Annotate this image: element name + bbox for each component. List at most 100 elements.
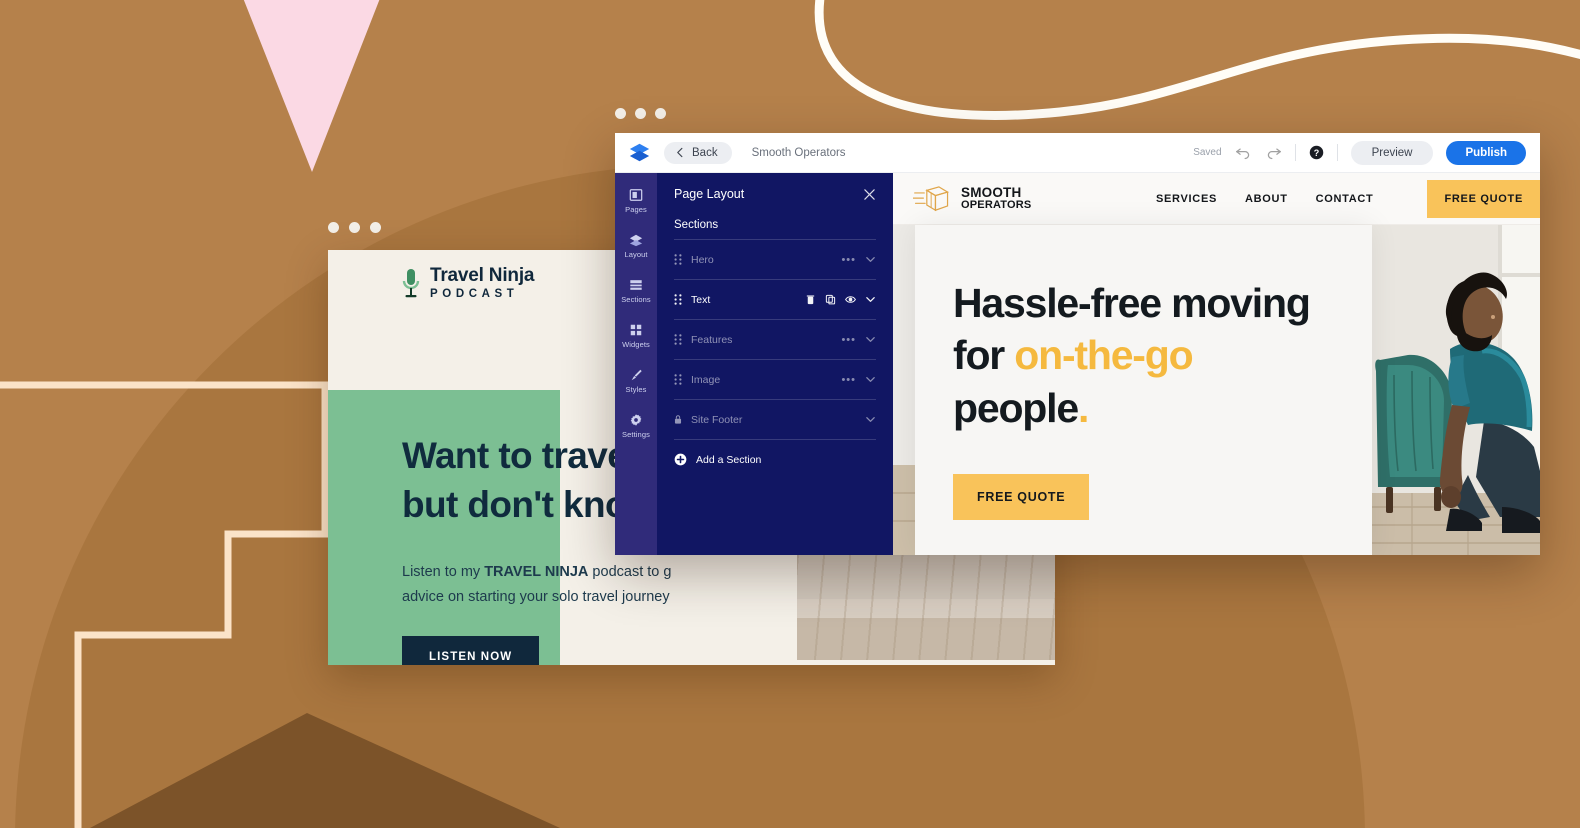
- section-row-site-footer[interactable]: Site Footer: [674, 399, 876, 439]
- window-dot[interactable]: [655, 108, 666, 119]
- travel-ninja-window-dots: [328, 222, 381, 233]
- svg-text:?: ?: [1313, 148, 1319, 158]
- drag-handle-icon[interactable]: [674, 334, 682, 345]
- drag-handle-icon[interactable]: [674, 374, 682, 385]
- preview-button[interactable]: Preview: [1350, 140, 1434, 165]
- section-row-text[interactable]: Text: [674, 279, 876, 319]
- hero-heading-accent: on-the-go: [1014, 332, 1193, 379]
- rail-label: Layout: [624, 250, 648, 259]
- travel-ninja-name: Travel Ninja: [430, 265, 535, 287]
- editor-topbar-actions: Saved ? Preview Publish: [1193, 140, 1526, 165]
- paintbrush-icon: [631, 369, 642, 381]
- plus-circle-icon: [674, 453, 687, 466]
- chevron-down-icon[interactable]: [865, 374, 876, 385]
- nav-link-contact[interactable]: CONTACT: [1316, 193, 1374, 205]
- rail-label: Pages: [625, 205, 647, 214]
- site-nav-links: SERVICES ABOUT CONTACT FREE QUOTE: [1156, 179, 1540, 218]
- hero-heading-part-4: people: [953, 384, 1079, 431]
- ellipsis-icon[interactable]: •••: [841, 254, 856, 266]
- site-hero: Hassle-free moving for on-the-go people.…: [893, 225, 1540, 555]
- hero-heading-part-1: Hassle-free: [953, 280, 1172, 326]
- section-tools: [865, 414, 876, 425]
- nav-free-quote-button[interactable]: FREE QUOTE: [1427, 179, 1540, 218]
- help-circle-icon[interactable]: ?: [1309, 145, 1324, 160]
- rail-item-settings[interactable]: Settings: [615, 408, 657, 444]
- nav-link-services[interactable]: SERVICES: [1156, 193, 1217, 205]
- rail-item-pages[interactable]: Pages: [615, 183, 657, 219]
- drag-handle-icon[interactable]: [674, 254, 682, 265]
- window-dot[interactable]: [349, 222, 360, 233]
- section-row-hero[interactable]: Hero •••: [674, 239, 876, 279]
- panel-subtitle: Sections: [674, 219, 719, 231]
- section-name: Hero: [691, 253, 714, 266]
- hero-photo-left-sliver: [893, 225, 915, 555]
- paragraph-bold: TRAVEL NINJA: [484, 563, 589, 580]
- section-row-image[interactable]: Image •••: [674, 359, 876, 399]
- chevron-down-icon[interactable]: [865, 294, 876, 305]
- rail-label: Widgets: [622, 340, 650, 349]
- redo-icon[interactable]: [1265, 144, 1282, 161]
- pages-icon: [629, 189, 643, 201]
- section-tools: •••: [841, 374, 876, 386]
- add-section-label: Add a Section: [696, 453, 762, 466]
- site-logo-text: SMOOTH OPERATORS: [961, 186, 1031, 211]
- site-logo[interactable]: SMOOTH OPERATORS: [913, 184, 1031, 214]
- layers-icon: [629, 234, 643, 247]
- travel-ninja-paragraph: Listen to my TRAVEL NINJA podcast to g a…: [402, 560, 832, 611]
- hero-heading: Hassle-free moving for on-the-go people.: [953, 277, 1313, 434]
- rail-item-styles[interactable]: Styles: [615, 363, 657, 399]
- chevron-down-icon[interactable]: [865, 254, 876, 265]
- toolbar-divider: [1336, 144, 1338, 161]
- editor-window-dots: [615, 108, 666, 119]
- editor-site-title: Smooth Operators: [751, 146, 846, 159]
- undo-icon[interactable]: [1235, 144, 1252, 161]
- hero-card: Hassle-free moving for on-the-go people.…: [915, 225, 1372, 555]
- publish-button[interactable]: Publish: [1446, 140, 1526, 165]
- site-nav: SMOOTH OPERATORS SERVICES ABOUT CONTACT …: [893, 173, 1540, 225]
- travel-ninja-brand[interactable]: Travel Ninja PODCAST: [401, 266, 534, 303]
- paragraph-line-2: advice on starting your solo travel jour…: [402, 589, 670, 606]
- layers-logo-icon[interactable]: [629, 142, 650, 163]
- section-row-features[interactable]: Features •••: [674, 319, 876, 359]
- editor-window: Back Smooth Operators Saved ? Preview Pu…: [615, 133, 1540, 555]
- add-section-button[interactable]: Add a Section: [674, 439, 876, 479]
- ellipsis-icon[interactable]: •••: [841, 374, 856, 386]
- panel-header: Page Layout: [674, 187, 876, 201]
- site-logo-line2: OPERATORS: [961, 198, 1032, 211]
- drag-handle-icon[interactable]: [674, 294, 682, 305]
- window-dot[interactable]: [370, 222, 381, 233]
- section-tools: [805, 294, 876, 305]
- panel-title: Page Layout: [674, 187, 745, 201]
- trash-icon[interactable]: [805, 294, 816, 305]
- chevron-down-icon[interactable]: [865, 334, 876, 345]
- gear-icon: [630, 414, 642, 426]
- arrow-left-icon: [677, 147, 683, 158]
- lock-icon: [674, 415, 682, 424]
- close-icon[interactable]: [863, 188, 876, 201]
- site-logo-line1: SMOOTH: [961, 185, 1022, 200]
- listen-now-button[interactable]: LISTEN NOW: [402, 636, 540, 665]
- eye-icon[interactable]: [845, 294, 856, 305]
- moving-box-icon: [913, 185, 950, 211]
- sections-list: Hero ••• Text Features ••• Image ••• Sit…: [674, 239, 876, 479]
- hero-free-quote-button[interactable]: FREE QUOTE: [953, 474, 1090, 521]
- chevron-down-icon[interactable]: [865, 414, 876, 425]
- window-dot[interactable]: [615, 108, 626, 119]
- page-layout-panel: Page Layout Sections Hero ••• Text Featu…: [657, 173, 893, 555]
- site-canvas: SMOOTH OPERATORS SERVICES ABOUT CONTACT …: [893, 173, 1540, 555]
- nav-link-about[interactable]: ABOUT: [1245, 193, 1288, 205]
- rail-item-widgets[interactable]: Widgets: [615, 318, 657, 354]
- toolbar-divider: [1294, 144, 1296, 161]
- window-dot[interactable]: [328, 222, 339, 233]
- microphone-icon: [402, 269, 420, 298]
- back-button[interactable]: Back: [664, 141, 732, 164]
- editor-rail: Pages Layout Sections Widgets Styles Set…: [615, 173, 657, 555]
- rail-item-sections[interactable]: Sections: [615, 273, 657, 309]
- ellipsis-icon[interactable]: •••: [841, 334, 856, 346]
- hero-photo: [1372, 225, 1540, 555]
- rail-item-layout[interactable]: Layout: [615, 228, 657, 264]
- sections-icon: [630, 280, 642, 290]
- window-dot[interactable]: [635, 108, 646, 119]
- duplicate-icon[interactable]: [825, 294, 836, 305]
- section-name: Features: [691, 333, 733, 346]
